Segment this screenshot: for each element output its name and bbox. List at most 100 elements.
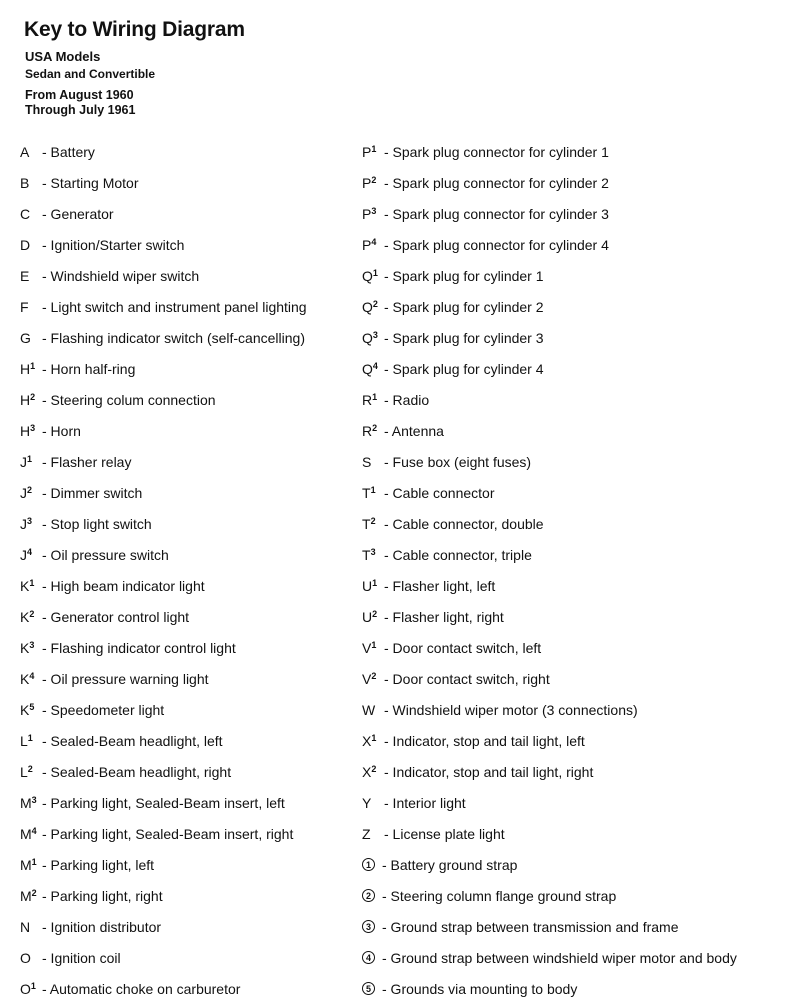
component-index: 3 bbox=[372, 329, 378, 340]
component-index: 4 bbox=[29, 670, 35, 681]
component-index: 2 bbox=[372, 298, 378, 309]
component-description: - Ignition distributor bbox=[42, 918, 162, 935]
component-index: 1 bbox=[371, 639, 377, 650]
component-code: J2 bbox=[20, 485, 42, 501]
legend-item: X2- Indicator, stop and tail light, righ… bbox=[362, 756, 737, 787]
legend-item: Q3- Spark plug for cylinder 3 bbox=[362, 322, 737, 353]
component-code: B bbox=[20, 175, 42, 191]
component-description: - Parking light, right bbox=[42, 887, 163, 904]
legend-item: M3- Parking light, Sealed-Beam insert, l… bbox=[20, 787, 307, 818]
component-description: - Stop light switch bbox=[42, 515, 152, 532]
component-code: J3 bbox=[20, 516, 42, 532]
component-description: - Cable connector, triple bbox=[384, 546, 532, 563]
component-letter: S bbox=[362, 453, 372, 470]
ground-item: 4 - Ground strap between windshield wiper… bbox=[362, 942, 737, 973]
component-letter: J bbox=[20, 546, 27, 563]
component-letter: U bbox=[362, 577, 373, 594]
legend-item: Q1- Spark plug for cylinder 1 bbox=[362, 260, 737, 291]
ground-item: 1 - Battery ground strap bbox=[362, 849, 737, 880]
legend-item: K1- High beam indicator light bbox=[20, 570, 307, 601]
legend-item: V2- Door contact switch, right bbox=[362, 663, 737, 694]
component-code: M1 bbox=[20, 857, 42, 873]
component-description: - Light switch and instrument panel ligh… bbox=[42, 298, 307, 315]
component-description: - Horn half-ring bbox=[42, 360, 136, 377]
component-index: 2 bbox=[31, 887, 37, 898]
right-legend-column: P1- Spark plug connector for cylinder 1P… bbox=[362, 136, 737, 1004]
circled-number-icon: 3 bbox=[362, 920, 375, 933]
component-letter: M bbox=[20, 887, 32, 904]
component-description: - Spark plug connector for cylinder 3 bbox=[384, 205, 609, 222]
component-description: - Generator control light bbox=[42, 608, 190, 625]
component-letter: U bbox=[362, 608, 373, 625]
legend-item: G - Flashing indicator switch (self-cance… bbox=[20, 322, 307, 353]
component-letter: W bbox=[362, 701, 376, 718]
component-description: - Windshield wiper switch bbox=[42, 267, 200, 284]
circled-number-icon: 5 bbox=[362, 982, 375, 995]
component-index: 3 bbox=[370, 546, 376, 557]
component-index: 1 bbox=[371, 732, 377, 743]
component-description: - Ignition coil bbox=[42, 949, 121, 966]
date-through: Through July 1961 bbox=[25, 103, 136, 117]
component-index: 1 bbox=[27, 732, 33, 743]
component-code: M4 bbox=[20, 826, 42, 842]
component-description: - Interior light bbox=[384, 794, 466, 811]
component-code: L1 bbox=[20, 733, 42, 749]
component-code: Q4 bbox=[362, 361, 384, 377]
legend-item: V1- Door contact switch, left bbox=[362, 632, 737, 663]
component-letter: T bbox=[362, 515, 371, 532]
component-letter: Y bbox=[362, 794, 372, 811]
component-description: - Flashing indicator switch (self-cancel… bbox=[42, 329, 305, 346]
legend-item: Q4- Spark plug for cylinder 4 bbox=[362, 353, 737, 384]
date-from: From August 1960 bbox=[25, 88, 134, 102]
component-code: V1 bbox=[362, 640, 384, 656]
component-letter: T bbox=[362, 546, 371, 563]
component-code: Z bbox=[362, 826, 384, 842]
component-code: U2 bbox=[362, 609, 384, 625]
component-description: - Antenna bbox=[384, 422, 444, 439]
ground-description: - Ground strap between windshield wiper … bbox=[382, 949, 737, 966]
component-code: F bbox=[20, 299, 42, 315]
legend-item: T3 - Cable connector, triple bbox=[362, 539, 737, 570]
component-letter: J bbox=[20, 515, 27, 532]
component-letter: J bbox=[20, 484, 27, 501]
component-description: - Spark plug for cylinder 1 bbox=[384, 267, 544, 284]
legend-item: T1- Cable connector bbox=[362, 477, 737, 508]
component-description: - Spark plug connector for cylinder 4 bbox=[384, 236, 609, 253]
component-description: - Flashing indicator control light bbox=[42, 639, 236, 656]
component-description: - Parking light, left bbox=[42, 856, 155, 873]
ground-description: - Steering column flange ground strap bbox=[382, 887, 617, 904]
component-letter: O bbox=[20, 980, 31, 997]
component-description: - Horn bbox=[42, 422, 81, 439]
component-description: - High beam indicator light bbox=[42, 577, 205, 594]
component-index: 2 bbox=[371, 670, 377, 681]
component-description: - Spark plug for cylinder 4 bbox=[384, 360, 544, 377]
component-code: P1 bbox=[362, 144, 384, 160]
component-description: - Spark plug connector for cylinder 1 bbox=[384, 143, 609, 160]
legend-item: M2 - Parking light, right bbox=[20, 880, 307, 911]
component-code: X1 bbox=[362, 733, 384, 749]
component-letter: M bbox=[20, 794, 32, 811]
component-index: 1 bbox=[370, 484, 376, 495]
component-description: - Cable connector, double bbox=[384, 515, 544, 532]
component-description: - Sealed-Beam headlight, right bbox=[42, 763, 232, 780]
component-code: V2 bbox=[362, 671, 384, 687]
component-description: - Starting Motor bbox=[42, 174, 139, 191]
component-letter: G bbox=[20, 329, 31, 346]
component-description: - Automatic choke on carburetor bbox=[42, 980, 241, 997]
component-description: - Radio bbox=[384, 391, 430, 408]
component-code: O bbox=[20, 950, 42, 966]
legend-item: N - Ignition distributor bbox=[20, 911, 307, 942]
component-letter: J bbox=[20, 453, 27, 470]
component-index: 3 bbox=[29, 639, 35, 650]
component-code: Q3 bbox=[362, 330, 384, 346]
component-code: J4 bbox=[20, 547, 42, 563]
component-code: U1 bbox=[362, 578, 384, 594]
component-letter: M bbox=[20, 825, 32, 842]
legend-item: Z - License plate light bbox=[362, 818, 737, 849]
circled-number-icon: 4 bbox=[362, 951, 375, 964]
component-letter: Q bbox=[362, 267, 373, 284]
legend-item: R1- Radio bbox=[362, 384, 737, 415]
component-index: 5 bbox=[29, 701, 35, 712]
component-index: 1 bbox=[31, 856, 37, 867]
legend-item: M1- Parking light, left bbox=[20, 849, 307, 880]
